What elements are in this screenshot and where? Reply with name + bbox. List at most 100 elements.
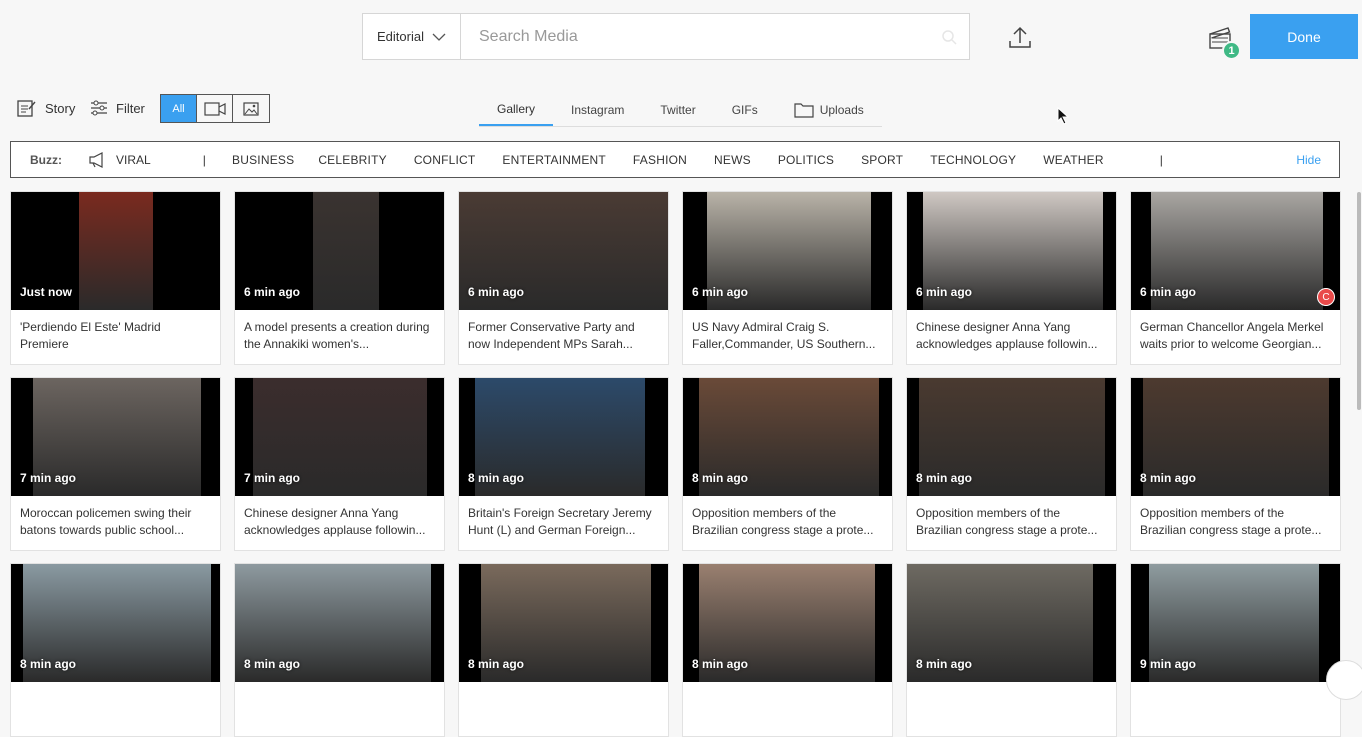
story-icon: [17, 100, 36, 117]
media-thumbnail[interactable]: 8 min ago: [1131, 378, 1340, 496]
media-card[interactable]: 7 min ago Chinese designer Anna Yang ackn…: [234, 377, 445, 551]
buzz-entertainment[interactable]: ENTERTAINMENT: [502, 153, 606, 167]
upload-icon[interactable]: [1006, 24, 1034, 52]
media-thumbnail[interactable]: Just now: [11, 192, 220, 310]
timestamp-label: 8 min ago: [692, 657, 749, 671]
search-type-dropdown[interactable]: Editorial: [363, 14, 461, 59]
tab-gifs[interactable]: GIFs: [714, 94, 776, 126]
media-card[interactable]: 8 min ago Opposition members of the Brazi…: [682, 377, 893, 551]
media-thumbnail[interactable]: 8 min ago: [459, 378, 668, 496]
media-thumbnail[interactable]: 8 min ago: [459, 564, 668, 682]
timestamp-label: 9 min ago: [1140, 657, 1197, 671]
media-thumbnail[interactable]: 8 min ago: [907, 564, 1116, 682]
media-thumbnail[interactable]: 8 min ago: [683, 564, 892, 682]
timestamp-label: 6 min ago: [916, 285, 973, 299]
timestamp-label: 8 min ago: [692, 471, 749, 485]
media-type-video[interactable]: [197, 95, 233, 122]
media-card[interactable]: 6 min ago US Navy Admiral Craig S. Faller…: [682, 191, 893, 365]
media-caption: Opposition members of the Brazilian cong…: [1140, 506, 1322, 537]
media-caption: [459, 682, 668, 736]
media-thumbnail[interactable]: 6 min ago C: [1131, 192, 1340, 310]
buzz-technology[interactable]: TECHNOLOGY: [930, 153, 1016, 167]
media-card[interactable]: 8 min ago: [458, 563, 669, 737]
media-card[interactable]: 8 min ago: [682, 563, 893, 737]
media-card[interactable]: 7 min ago Moroccan policemen swing their …: [10, 377, 221, 551]
buzz-weather[interactable]: WEATHER: [1043, 153, 1104, 167]
media-card[interactable]: 6 min ago Chinese designer Anna Yang ackn…: [906, 191, 1117, 365]
story-label: Story: [45, 100, 76, 116]
buzz-hide-link[interactable]: Hide: [1296, 153, 1321, 167]
timestamp-label: Just now: [20, 285, 73, 299]
media-thumbnail[interactable]: 8 min ago: [235, 564, 444, 682]
buzz-news[interactable]: NEWS: [714, 153, 751, 167]
media-card[interactable]: 9 min ago: [1130, 563, 1341, 737]
media-thumbnail[interactable]: 6 min ago: [459, 192, 668, 310]
media-caption: [907, 682, 1116, 736]
done-button[interactable]: Done: [1250, 14, 1358, 59]
tab-twitter[interactable]: Twitter: [642, 94, 713, 126]
filter-sliders-icon: [91, 100, 107, 116]
media-card[interactable]: 6 min ago Former Conservative Party and n…: [458, 191, 669, 365]
media-thumbnail[interactable]: 7 min ago: [11, 378, 220, 496]
media-caption: Chinese designer Anna Yang acknowledges …: [244, 506, 426, 537]
search-input[interactable]: [461, 14, 929, 59]
media-thumbnail[interactable]: 9 min ago: [1131, 564, 1340, 682]
search-icon[interactable]: [929, 14, 969, 59]
media-caption: Opposition members of the Brazilian cong…: [692, 506, 874, 537]
tab-gallery[interactable]: Gallery: [479, 94, 554, 126]
image-icon: [243, 101, 259, 116]
buzz-conflict[interactable]: CONFLICT: [414, 153, 476, 167]
media-caption: Opposition members of the Brazilian cong…: [916, 506, 1098, 537]
media-card[interactable]: 8 min ago: [906, 563, 1117, 737]
story-button[interactable]: Story: [17, 96, 75, 120]
media-card[interactable]: Just now 'Perdiendo El Este' Madrid Premi…: [10, 191, 221, 365]
timestamp-label: 7 min ago: [20, 471, 77, 485]
buzz-bar: Buzz: VIRAL | BUSINESS CELEBRITY CONFLIC…: [10, 141, 1340, 178]
filter-button[interactable]: Filter: [90, 96, 145, 120]
media-card[interactable]: 8 min ago Britain's Foreign Secretary Jer…: [458, 377, 669, 551]
source-tabs: Gallery Instagram Twitter GIFs Uploads: [479, 94, 882, 127]
media-card[interactable]: 6 min ago C German Chancellor Angela Merke…: [1130, 191, 1341, 365]
media-caption: 'Perdiendo El Este' Madrid Premiere: [20, 320, 161, 351]
timestamp-label: 8 min ago: [1140, 471, 1197, 485]
media-caption: Chinese designer Anna Yang acknowledges …: [916, 320, 1098, 351]
media-card[interactable]: 8 min ago: [10, 563, 221, 737]
media-card[interactable]: 6 min ago A model presents a creation dur…: [234, 191, 445, 365]
timestamp-label: 8 min ago: [20, 657, 77, 671]
tab-uploads[interactable]: Uploads: [776, 94, 882, 126]
media-thumbnail[interactable]: 8 min ago: [907, 378, 1116, 496]
media-caption: US Navy Admiral Craig S. Faller,Commande…: [692, 320, 876, 351]
buzz-business[interactable]: BUSINESS: [232, 153, 294, 167]
media-type-image[interactable]: [233, 95, 269, 122]
buzz-separator-end: |: [1159, 152, 1164, 167]
buzz-fashion[interactable]: FASHION: [633, 153, 687, 167]
buzz-politics[interactable]: POLITICS: [778, 153, 834, 167]
buzz-viral[interactable]: VIRAL: [88, 151, 151, 168]
timestamp-label: 6 min ago: [692, 285, 749, 299]
tab-instagram[interactable]: Instagram: [553, 94, 642, 126]
buzz-sport[interactable]: SPORT: [861, 153, 903, 167]
filter-label: Filter: [116, 100, 145, 116]
buzz-separator: |: [202, 152, 207, 167]
media-caption: Britain's Foreign Secretary Jeremy Hunt …: [468, 506, 652, 537]
media-card[interactable]: 8 min ago: [234, 563, 445, 737]
media-caption: [235, 682, 444, 736]
media-thumbnail[interactable]: 8 min ago: [683, 378, 892, 496]
media-thumbnail[interactable]: 6 min ago: [235, 192, 444, 310]
media-type-all[interactable]: All: [161, 95, 197, 122]
media-thumbnail[interactable]: 8 min ago: [11, 564, 220, 682]
buzz-viral-label: VIRAL: [116, 152, 151, 167]
media-thumbnail[interactable]: 7 min ago: [235, 378, 444, 496]
media-card[interactable]: 8 min ago Opposition members of the Brazi…: [1130, 377, 1341, 551]
timestamp-label: 8 min ago: [916, 471, 973, 485]
timestamp-label: 8 min ago: [468, 657, 525, 671]
scrollbar[interactable]: [1357, 192, 1361, 410]
media-thumbnail[interactable]: 6 min ago: [683, 192, 892, 310]
chat-button[interactable]: [1326, 660, 1362, 700]
media-thumbnail[interactable]: 6 min ago: [907, 192, 1116, 310]
media-card[interactable]: 8 min ago Opposition members of the Brazi…: [906, 377, 1117, 551]
timestamp-label: 7 min ago: [244, 471, 301, 485]
folder-icon: [794, 103, 814, 118]
buzz-celebrity[interactable]: CELEBRITY: [318, 153, 387, 167]
buzz-label: Buzz:: [30, 152, 62, 167]
